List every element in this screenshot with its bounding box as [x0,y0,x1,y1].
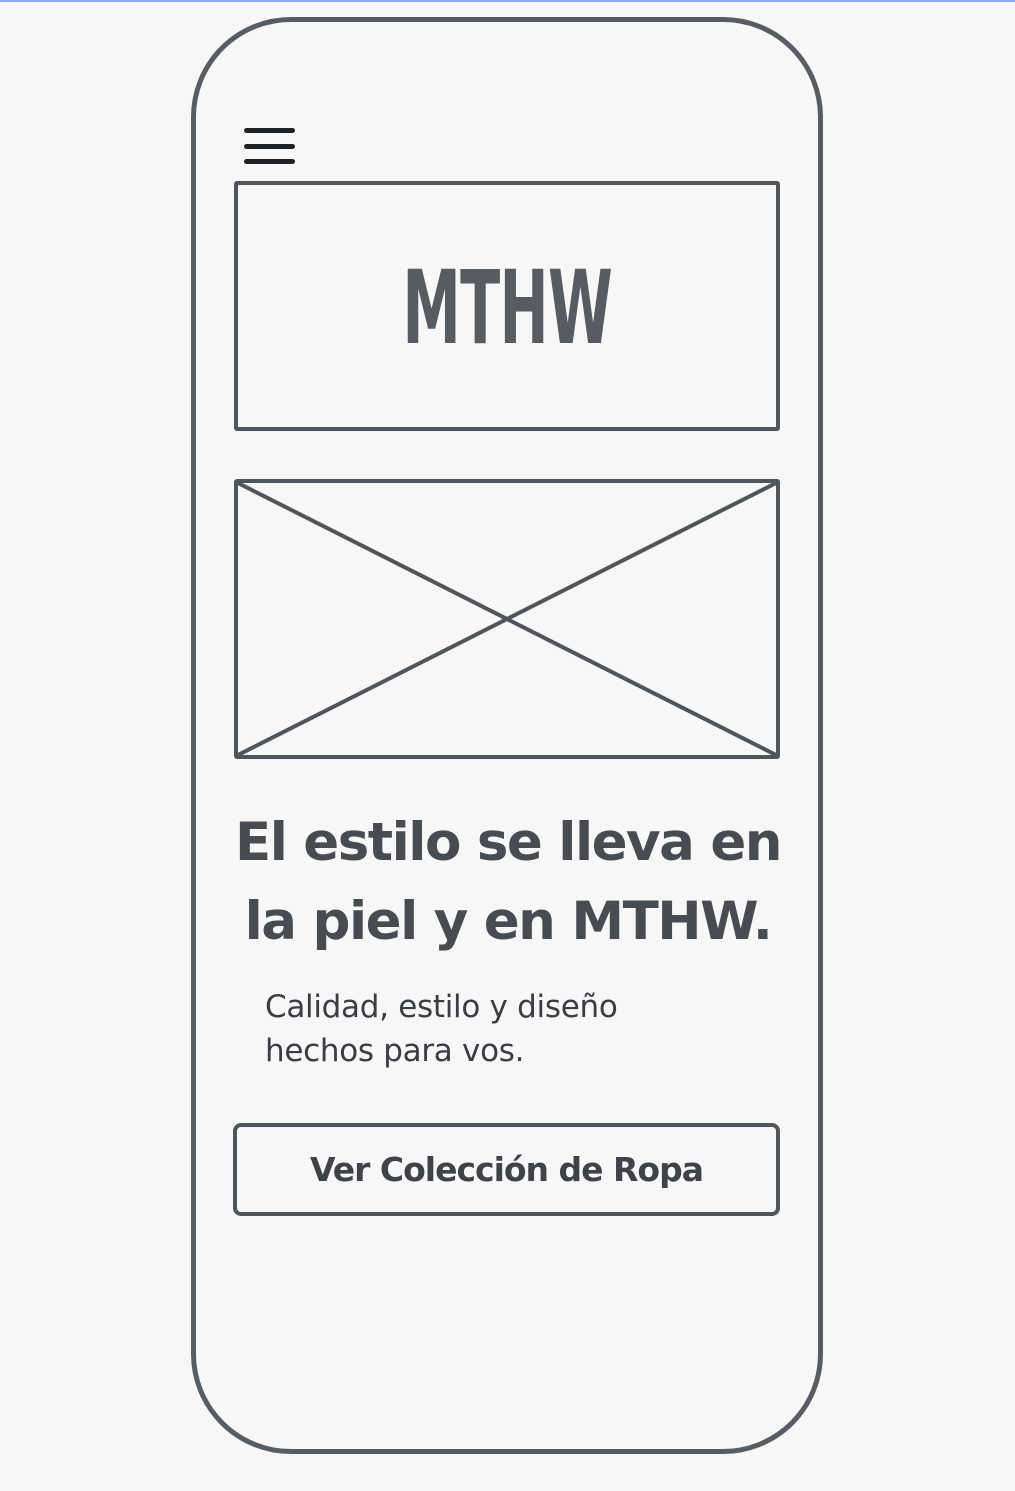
hero-subtitle: Calidad, estilo y diseño hechos para vos. [265,985,735,1073]
top-accent-rule [0,0,1015,2]
image-placeholder-icon [238,483,776,755]
headline-line-1: El estilo se lleva en [234,812,783,873]
headline-line-2: la piel y en MTHW. [244,891,773,952]
hero-headline: El estilo se lleva en la piel y en MTHW. [212,803,804,961]
menu-bar-bottom [244,159,295,164]
hamburger-menu-icon[interactable] [244,128,296,164]
subtitle-line-2: hechos para vos. [265,1033,525,1069]
brand-logo: MTHW [402,248,612,368]
subtitle-line-1: Calidad, estilo y diseño [265,989,618,1025]
menu-bar-middle [244,143,295,149]
menu-bar-top [244,128,295,133]
hero-image-placeholder [234,479,780,759]
logo-box[interactable]: MTHW [234,181,780,431]
view-collection-button[interactable]: Ver Colección de Ropa [233,1123,780,1216]
